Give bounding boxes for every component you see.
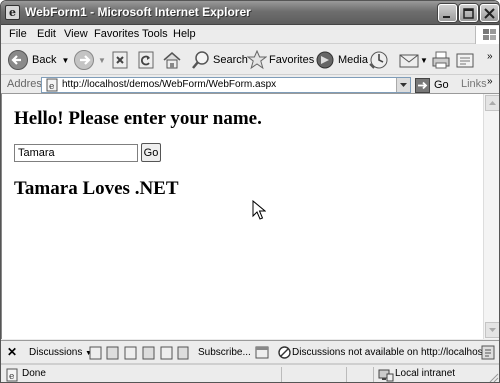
menu-edit[interactable]: Edit	[37, 28, 56, 40]
menu-file[interactable]: File	[9, 28, 27, 40]
name-input[interactable]	[14, 144, 138, 162]
favorites-label: Favorites	[269, 54, 315, 66]
refresh-button[interactable]	[137, 49, 155, 71]
status-text: Done	[22, 368, 46, 379]
window-title: WebForm1 - Microsoft Internet Explorer	[25, 5, 251, 19]
stop-button[interactable]	[111, 49, 129, 71]
home-icon	[163, 52, 181, 69]
close-discussions-icon[interactable]: ✕	[7, 345, 17, 359]
print-icon	[432, 51, 450, 69]
menu-favorites[interactable]: Favorites	[94, 28, 139, 40]
status-bar: e Done Local intranet	[1, 364, 499, 383]
go-button[interactable]: Go	[141, 143, 161, 162]
close-button[interactable]	[480, 4, 499, 22]
maximize-icon	[463, 8, 474, 19]
refresh-icon	[138, 51, 154, 69]
print-button[interactable]	[431, 49, 451, 71]
mail-dropdown-icon[interactable]: ▼	[420, 56, 428, 65]
windows-logo-icon	[475, 26, 499, 44]
media-button[interactable]: Media	[314, 49, 368, 71]
menu-tools[interactable]: Tools	[142, 28, 168, 40]
links-chevron-icon[interactable]: »	[487, 76, 493, 87]
svg-text:e: e	[49, 82, 54, 92]
address-bar: Address e http://localhost/demos/WebForm…	[1, 76, 499, 94]
discussion-pane-icon[interactable]	[255, 346, 269, 359]
discussions-label: Discussions	[29, 347, 83, 358]
status-divider	[281, 367, 282, 382]
discussions-status: Discussions not available on http://loca…	[292, 347, 489, 358]
address-go-button[interactable]: Go	[415, 77, 449, 93]
back-dropdown-icon[interactable]: ▼	[61, 56, 69, 65]
result-message: Tamara Loves .NET	[14, 178, 179, 199]
edit-button[interactable]	[455, 49, 477, 71]
address-input[interactable]: e http://localhost/demos/WebForm/WebForm…	[41, 77, 411, 93]
forward-button[interactable]: ▼	[73, 49, 106, 71]
minimize-icon	[443, 16, 450, 18]
not-available-icon	[278, 346, 291, 359]
page-icon: e	[46, 78, 58, 92]
discussions-bar: ✕ Discussions ▼ Subscribe... Discussions…	[1, 340, 499, 364]
arrow-down-icon	[489, 328, 496, 332]
address-dropdown-icon[interactable]	[396, 78, 410, 92]
media-icon	[316, 51, 334, 69]
scroll-down-button[interactable]	[485, 322, 499, 338]
page-done-icon: e	[6, 368, 18, 382]
maximize-button[interactable]	[459, 4, 478, 22]
minimize-button[interactable]	[438, 4, 457, 22]
mail-button[interactable]: ▼	[398, 49, 428, 71]
back-label: Back	[32, 54, 57, 66]
vertical-scrollbar[interactable]	[483, 94, 499, 339]
title-bar[interactable]: e WebForm1 - Microsoft Internet Explorer	[1, 1, 499, 25]
intranet-zone-icon	[378, 369, 394, 382]
ie-logo-icon: e	[5, 5, 20, 20]
page-content: Hello! Please enter your name. Go Tamara…	[1, 94, 483, 339]
go-arrow-icon	[415, 77, 430, 93]
menu-view[interactable]: View	[64, 28, 88, 40]
page-heading: Hello! Please enter your name.	[14, 108, 262, 129]
stop-icon	[112, 51, 128, 69]
mail-icon	[399, 54, 419, 68]
svg-text:e: e	[9, 372, 14, 382]
favorites-star-icon	[247, 50, 267, 70]
status-divider	[346, 367, 347, 382]
back-arrow-icon	[8, 50, 28, 70]
links-button[interactable]: Links	[461, 78, 487, 90]
close-icon	[484, 8, 495, 19]
arrow-up-icon	[489, 101, 496, 105]
home-button[interactable]	[161, 49, 183, 71]
search-button[interactable]: Search	[191, 49, 248, 71]
standard-toolbar: Back ▼ ▼ Search Favorites Media ▼ »	[1, 45, 499, 75]
menu-bar: File Edit View Favorites Tools Help	[1, 26, 499, 44]
resize-grip-icon[interactable]	[487, 371, 499, 383]
edit-icon	[456, 53, 474, 68]
media-label: Media	[338, 54, 368, 66]
mouse-cursor-icon	[252, 200, 266, 220]
subscribe-button[interactable]: Subscribe...	[198, 347, 251, 358]
browser-window: e WebForm1 - Microsoft Internet Explorer…	[0, 0, 500, 383]
discussions-options-icon[interactable]	[481, 345, 495, 360]
scroll-up-button[interactable]	[485, 95, 499, 111]
back-button[interactable]: Back ▼	[7, 49, 69, 71]
discussions-menu-button[interactable]: Discussions ▼	[29, 347, 92, 358]
favorites-button[interactable]: Favorites	[247, 49, 314, 71]
discussion-tools-icons[interactable]	[89, 345, 189, 361]
status-divider	[373, 367, 374, 382]
security-zone: Local intranet	[395, 368, 456, 379]
menu-help[interactable]: Help	[173, 28, 196, 40]
forward-arrow-icon	[74, 50, 94, 70]
history-icon	[369, 51, 388, 69]
search-label: Search	[213, 54, 248, 66]
search-icon	[192, 51, 209, 69]
forward-dropdown-icon[interactable]: ▼	[98, 56, 106, 65]
address-url: http://localhost/demos/WebForm/WebForm.a…	[62, 79, 277, 90]
history-button[interactable]	[368, 49, 390, 71]
toolbar-overflow-chevron-icon[interactable]: »	[487, 45, 493, 67]
go-label: Go	[434, 79, 449, 91]
